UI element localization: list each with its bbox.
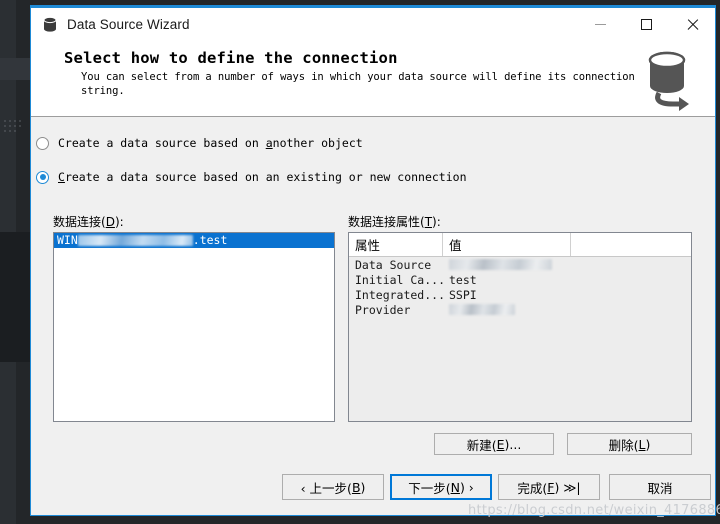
back-button[interactable]: ‹ 上一步(B) xyxy=(282,474,384,500)
radio-existing-connection[interactable]: Create a data source based on an existin… xyxy=(36,170,467,184)
connections-label-accel: D xyxy=(105,215,115,229)
delete-button-suffix: ) xyxy=(645,436,651,452)
column-header-extra[interactable] xyxy=(571,233,691,256)
maximize-button[interactable] xyxy=(623,8,669,41)
wizard-body: Create a data source based on another ob… xyxy=(31,117,715,513)
finish-button-suffix: ) ≫| xyxy=(554,479,581,495)
delete-button-accel: L xyxy=(638,436,646,452)
minimize-button[interactable] xyxy=(577,8,623,41)
property-name: Data Source xyxy=(355,257,432,272)
list-item-masked-host xyxy=(77,235,193,246)
radio1-text-after: nother object xyxy=(272,136,363,150)
properties-label-accel: T xyxy=(424,215,433,229)
new-button-text: 新建( xyxy=(466,437,497,453)
connections-label: 数据连接(D): xyxy=(53,213,124,230)
table-row[interactable]: Provider xyxy=(349,302,691,317)
column-header-value[interactable]: 值 xyxy=(443,233,571,256)
close-button[interactable] xyxy=(669,8,715,41)
delete-connection-button[interactable]: 删除(L) xyxy=(567,433,692,455)
property-value xyxy=(443,304,571,315)
masked-value xyxy=(449,259,552,270)
minimize-icon xyxy=(594,24,606,25)
properties-grid-body: Data Source Initial Ca... test Integrate… xyxy=(349,257,691,421)
table-row[interactable]: Integrated... SSPI xyxy=(349,287,691,302)
watermark: https://blog.csdn.net/weixin_41768865 xyxy=(468,503,720,518)
properties-grid[interactable]: 属性 值 Data Source Initial Ca... test Inte… xyxy=(348,232,692,422)
new-connection-button[interactable]: 新建(E)... xyxy=(434,433,554,455)
radio-another-object-indicator[interactable] xyxy=(36,136,49,150)
desktop-band-upper xyxy=(0,58,30,80)
properties-label-suffix: ): xyxy=(432,215,441,229)
finish-button[interactable]: 完成(F) ≫| xyxy=(498,474,600,500)
database-with-arrow-icon xyxy=(637,46,703,112)
maximize-icon xyxy=(640,19,652,30)
list-item[interactable]: WIN .test xyxy=(54,233,334,248)
property-value xyxy=(443,259,571,270)
delete-button-text: 删除( xyxy=(608,437,639,453)
desktop-dots xyxy=(4,120,26,136)
connections-label-text: 数据连接( xyxy=(53,215,106,229)
cancel-button-text: 取消 xyxy=(647,480,673,496)
radio-another-object[interactable]: Create a data source based on another ob… xyxy=(36,136,363,150)
new-button-accel: E xyxy=(496,436,505,452)
table-row[interactable]: Data Source xyxy=(349,257,691,272)
new-button-suffix: )... xyxy=(504,436,522,452)
radio-another-object-label: Create a data source based on another ob… xyxy=(58,136,363,150)
radio-existing-connection-label: Create a data source based on an existin… xyxy=(58,170,467,184)
wizard-banner: Select how to define the connection You … xyxy=(31,41,715,117)
cancel-button[interactable]: 取消 xyxy=(609,474,711,500)
properties-grid-header: 属性 值 xyxy=(349,233,691,257)
back-button-text: ‹ 上一步( xyxy=(300,480,352,496)
window-title: Data Source Wizard xyxy=(67,17,190,32)
property-value: test xyxy=(449,272,477,287)
list-item-suffix: .test xyxy=(192,233,228,247)
banner-subtitle: You can select from a number of ways in … xyxy=(81,71,635,97)
connections-listbox[interactable]: WIN .test xyxy=(53,232,335,422)
column-header-property[interactable]: 属性 xyxy=(349,233,443,256)
next-button-accel: N xyxy=(450,479,460,495)
radio-existing-connection-indicator[interactable] xyxy=(36,170,49,184)
property-value: SSPI xyxy=(449,287,477,302)
back-button-suffix: ) xyxy=(360,479,366,495)
close-icon xyxy=(686,18,699,31)
database-cylinder-icon xyxy=(43,17,57,32)
next-button-text: 下一步( xyxy=(408,480,451,496)
radio2-accel: C xyxy=(58,170,65,184)
property-name: Provider xyxy=(355,302,411,317)
next-button[interactable]: 下一步(N) › xyxy=(390,474,492,500)
radio1-text-before: Create a data source based on xyxy=(58,136,266,150)
masked-value xyxy=(449,304,515,315)
property-name: Integrated... xyxy=(355,287,446,302)
connections-label-suffix: ): xyxy=(114,215,124,229)
data-source-wizard-window: Data Source Wizard Select how to define … xyxy=(30,5,716,516)
radio1-accel: a xyxy=(265,136,273,150)
radio2-text-after: reate a data source based on an existing… xyxy=(64,170,467,184)
window-controls xyxy=(577,8,715,41)
properties-label: 数据连接属性(T): xyxy=(348,213,441,230)
list-item-prefix: WIN xyxy=(57,233,78,247)
title-bar: Data Source Wizard xyxy=(31,6,715,41)
finish-button-accel: F xyxy=(547,479,555,495)
property-name: Initial Ca... xyxy=(355,272,446,287)
desktop-band-lower xyxy=(0,232,30,362)
next-button-suffix: ) › xyxy=(459,479,474,495)
properties-label-text: 数据连接属性( xyxy=(348,215,425,229)
back-button-accel: B xyxy=(351,479,361,495)
table-row[interactable]: Initial Ca... test xyxy=(349,272,691,287)
finish-button-text: 完成( xyxy=(517,480,548,496)
banner-title: Select how to define the connection xyxy=(64,49,398,67)
